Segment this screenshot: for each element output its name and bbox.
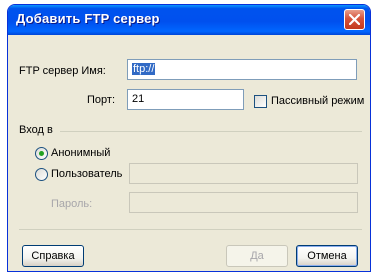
password-input[interactable] — [129, 192, 358, 213]
port-value: 21 — [132, 93, 145, 105]
radio-selected-dot — [39, 151, 44, 156]
passive-mode-label[interactable]: Пассивный режим — [271, 95, 364, 107]
cancel-button[interactable]: Отмена — [296, 245, 358, 267]
dialog-title: Добавить FTP сервер — [16, 11, 160, 26]
user-radio[interactable] — [35, 168, 48, 181]
passive-mode-checkbox[interactable] — [254, 95, 267, 108]
close-icon — [349, 14, 360, 25]
close-button[interactable] — [344, 9, 365, 30]
server-name-input[interactable]: ftp:// — [127, 59, 357, 80]
anonymous-label[interactable]: Анонимный — [51, 147, 110, 159]
server-name-label: FTP сервер Имя: — [19, 65, 106, 77]
password-label: Пароль: — [51, 198, 93, 210]
port-label: Порт: — [87, 94, 115, 106]
login-group-divider — [60, 131, 362, 132]
ok-button[interactable]: Да — [226, 245, 288, 267]
title-bar[interactable]: Добавить FTP сервер — [8, 5, 370, 35]
server-name-value: ftp:// — [132, 63, 156, 75]
login-group-label: Вход в — [19, 124, 53, 136]
buttons-divider — [19, 229, 362, 230]
anonymous-radio[interactable] — [35, 147, 48, 160]
user-label[interactable]: Пользователь — [51, 168, 122, 180]
add-ftp-server-dialog: Добавить FTP сервер FTP сервер Имя: ftp:… — [7, 4, 371, 272]
user-input[interactable] — [129, 163, 358, 184]
port-input[interactable]: 21 — [127, 89, 244, 110]
help-button[interactable]: Справка — [22, 245, 84, 267]
